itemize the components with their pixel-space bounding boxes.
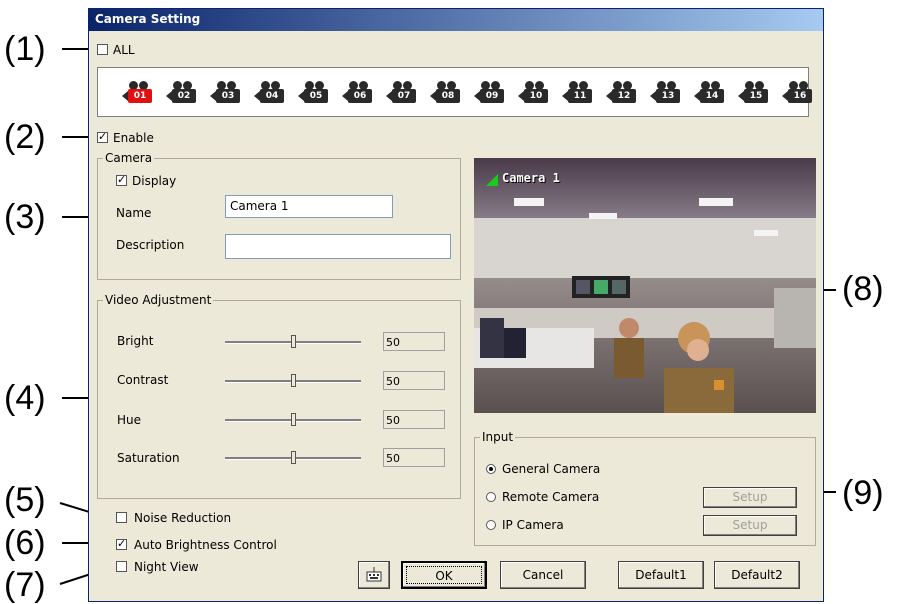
- description-label: Description: [116, 238, 185, 252]
- callout-1: (1): [4, 30, 46, 68]
- camera-number: 14: [700, 89, 724, 103]
- camera-10-button[interactable]: 10: [518, 81, 550, 103]
- camera-group-title: Camera: [103, 151, 155, 165]
- bright-label: Bright: [117, 334, 154, 348]
- camera-number: 11: [568, 89, 592, 103]
- general-camera-label: General Camera: [502, 462, 601, 476]
- night-view-label: Night View: [134, 560, 199, 574]
- camera-11-button[interactable]: 11: [562, 81, 594, 103]
- camera-13-button[interactable]: 13: [650, 81, 682, 103]
- callout-5: (5): [4, 481, 46, 519]
- contrast-label: Contrast: [117, 373, 169, 387]
- general-camera-radio[interactable]: [486, 464, 496, 474]
- camera-08-button[interactable]: 08: [430, 81, 462, 103]
- bright-value: 50: [383, 332, 445, 351]
- remote-camera-label: Remote Camera: [502, 490, 600, 504]
- camera-number: 16: [788, 89, 812, 103]
- camera-16-button[interactable]: 16: [782, 81, 814, 103]
- camera-number: 07: [392, 89, 416, 103]
- camera-15-button[interactable]: 15: [738, 81, 770, 103]
- camera-status-icon: [486, 174, 498, 186]
- window-title: Camera Setting: [95, 12, 201, 26]
- callout-3: (3): [4, 198, 46, 236]
- all-label: ALL: [113, 43, 135, 57]
- camera-number: 10: [524, 89, 548, 103]
- keyboard-button[interactable]: [358, 561, 390, 589]
- camera-04-button[interactable]: 04: [254, 81, 286, 103]
- ip-camera-radio[interactable]: [486, 520, 496, 530]
- name-field[interactable]: Camera 1: [225, 195, 393, 218]
- ip-camera-label: IP Camera: [502, 518, 564, 532]
- callout-4: (4): [4, 379, 46, 417]
- keyboard-icon: [366, 567, 382, 582]
- input-group-title: Input: [480, 430, 516, 444]
- camera-09-button[interactable]: 09: [474, 81, 506, 103]
- saturation-label: Saturation: [117, 451, 180, 465]
- default2-button[interactable]: Default2: [714, 561, 800, 589]
- camera-06-button[interactable]: 06: [342, 81, 374, 103]
- contrast-slider-thumb[interactable]: [291, 374, 296, 387]
- camera-03-button[interactable]: 03: [210, 81, 242, 103]
- camera-number: 13: [656, 89, 680, 103]
- default1-button[interactable]: Default1: [618, 561, 704, 589]
- camera-number: 05: [304, 89, 328, 103]
- auto-brightness-label: Auto Brightness Control: [134, 538, 277, 552]
- hue-slider-thumb[interactable]: [291, 413, 296, 426]
- preview-scene: [474, 158, 816, 413]
- camera-12-button[interactable]: 12: [606, 81, 638, 103]
- camera-number: 06: [348, 89, 372, 103]
- callout-2: (2): [4, 118, 46, 156]
- display-checkbox[interactable]: [116, 173, 127, 186]
- bright-slider-thumb[interactable]: [291, 335, 296, 348]
- noise-reduction-label: Noise Reduction: [134, 511, 232, 525]
- camera-number: 01: [128, 89, 152, 103]
- camera-number: 04: [260, 89, 284, 103]
- saturation-slider-thumb[interactable]: [291, 451, 296, 464]
- camera-01-button[interactable]: 01: [122, 81, 154, 103]
- saturation-value: 50: [383, 448, 445, 467]
- enable-checkbox[interactable]: [97, 130, 108, 143]
- camera-selector-strip: 01 02 03 04 05 06 07 08 09 10 11 12 13 14 15 16: [97, 67, 812, 117]
- contrast-value: 50: [383, 371, 445, 390]
- camera-number: 02: [172, 89, 196, 103]
- video-adjustment-group: Video Adjustment: [97, 293, 461, 499]
- name-label: Name: [116, 206, 152, 220]
- remote-camera-radio[interactable]: [486, 492, 496, 502]
- callout-7: (7): [4, 566, 46, 604]
- hue-label: Hue: [117, 413, 142, 427]
- callout-8: (8): [842, 270, 884, 308]
- noise-reduction-checkbox[interactable]: [116, 512, 127, 523]
- all-checkbox[interactable]: [97, 44, 108, 55]
- ok-button[interactable]: OK: [401, 561, 487, 589]
- camera-number: 08: [436, 89, 460, 103]
- hue-value: 50: [383, 410, 445, 429]
- title-bar: Camera Setting: [89, 9, 823, 31]
- camera-number: 12: [612, 89, 636, 103]
- cancel-button[interactable]: Cancel: [500, 561, 586, 589]
- camera-14-button[interactable]: 14: [694, 81, 726, 103]
- camera-number: 09: [480, 89, 504, 103]
- camera-02-button[interactable]: 02: [166, 81, 198, 103]
- video-adjustment-title: Video Adjustment: [103, 293, 214, 307]
- remote-setup-button[interactable]: Setup: [703, 487, 797, 508]
- camera-number: 15: [744, 89, 768, 103]
- night-view-checkbox[interactable]: [116, 561, 127, 572]
- preview-overlay-label: Camera 1: [502, 171, 560, 185]
- camera-07-button[interactable]: 07: [386, 81, 418, 103]
- camera-preview: Camera 1: [474, 158, 816, 413]
- auto-brightness-checkbox[interactable]: [116, 537, 127, 550]
- enable-label: Enable: [113, 131, 154, 145]
- description-field[interactable]: [225, 234, 451, 259]
- display-label: Display: [132, 174, 177, 188]
- camera-number: 03: [216, 89, 240, 103]
- callout-9: (9): [842, 474, 884, 512]
- ip-setup-button[interactable]: Setup: [703, 515, 797, 536]
- camera-setting-window: Camera Setting ALL 01 02 03 04 05 06 07 08 09 10 1…: [88, 8, 824, 602]
- camera-05-button[interactable]: 05: [298, 81, 330, 103]
- callout-6: (6): [4, 524, 46, 562]
